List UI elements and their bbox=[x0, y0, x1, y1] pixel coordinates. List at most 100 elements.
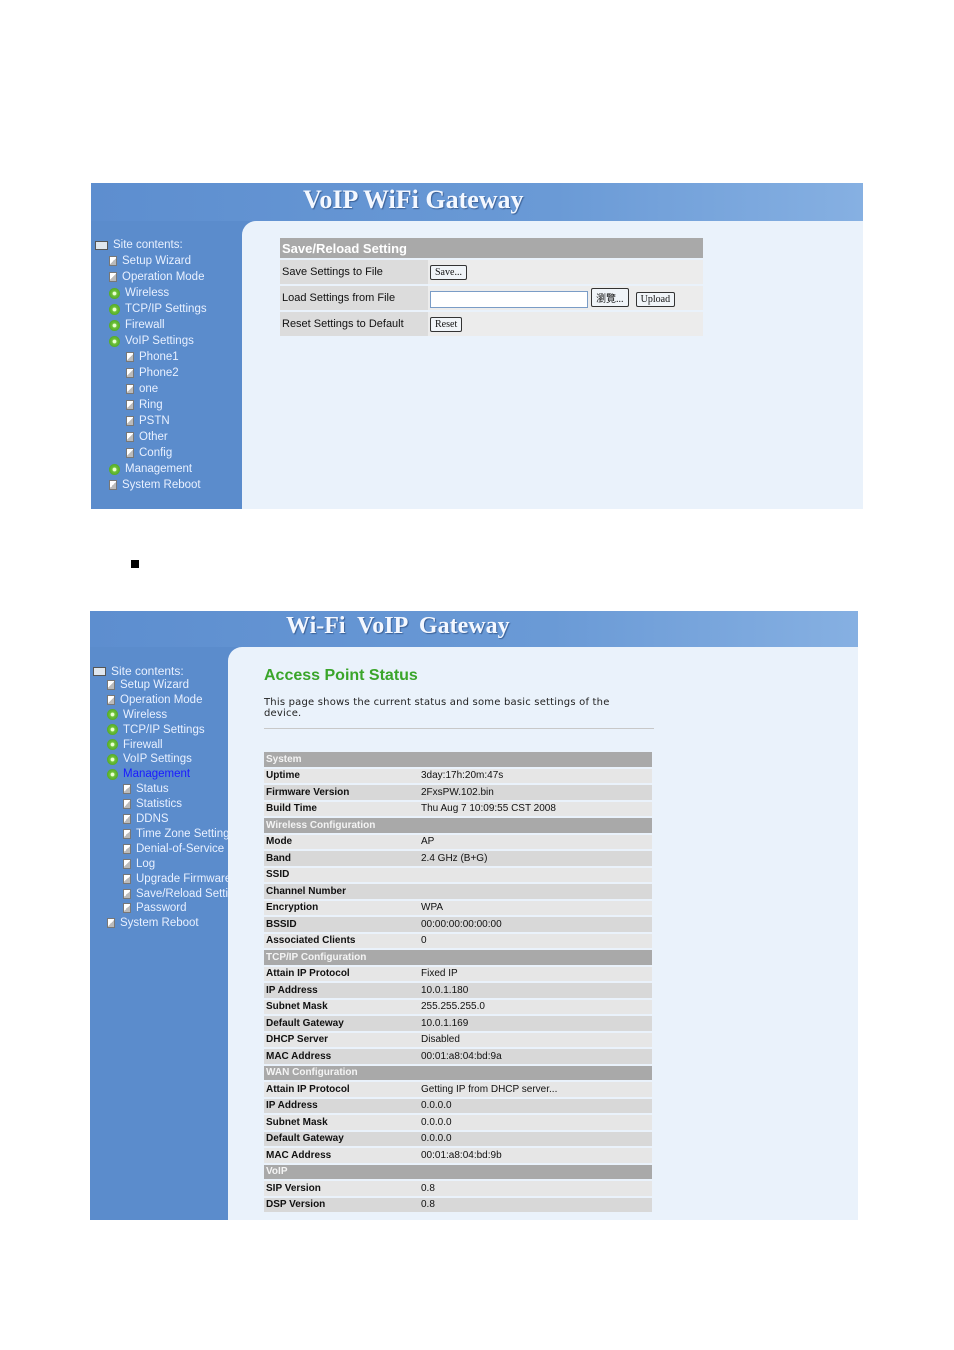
sidebar-item-denial-of-service[interactable]: Denial-of-Service bbox=[123, 843, 224, 855]
sidebar-item-operation-mode[interactable]: Operation Mode bbox=[107, 694, 202, 706]
sidebar-item-time-zone-setting[interactable]: Time Zone Setting bbox=[123, 828, 230, 840]
sidebar-item-operation-mode[interactable]: Operation Mode bbox=[109, 271, 204, 283]
reset-button[interactable]: Reset bbox=[430, 316, 463, 332]
sidebar-item-system-reboot[interactable]: System Reboot bbox=[109, 479, 201, 491]
row-value: 0 bbox=[419, 933, 652, 948]
row-label: IP Address bbox=[264, 983, 419, 998]
table-row: Firmware Version 2FxsPW.102.bin bbox=[264, 785, 652, 800]
row-value: Fixed IP bbox=[419, 966, 652, 981]
sidebar-item-pstn[interactable]: PSTN bbox=[126, 415, 170, 427]
sidebar-item-tcp-ip-settings[interactable]: TCP/IP Settings bbox=[107, 724, 205, 736]
folder-icon bbox=[107, 768, 118, 780]
sidebar-item-upgrade-firmware[interactable]: Upgrade Firmware bbox=[123, 873, 231, 885]
table-row: DHCP Server Disabled bbox=[264, 1032, 652, 1047]
page-icon bbox=[123, 873, 131, 884]
section-header: Save/Reload Setting bbox=[280, 238, 703, 258]
content-area: Access Point Status This page shows the … bbox=[228, 647, 858, 1220]
table-row: Encryption WPA bbox=[264, 900, 652, 915]
sidebar-item-label: Config bbox=[139, 447, 173, 459]
folder-icon bbox=[107, 709, 118, 721]
page-icon bbox=[123, 784, 131, 795]
row-value: 10.0.1.169 bbox=[419, 1016, 652, 1031]
upload-button[interactable]: Upload bbox=[635, 292, 676, 308]
page-icon bbox=[123, 843, 131, 854]
sidebar-item-label: System Reboot bbox=[122, 479, 201, 491]
sidebar-item-label: Setup Wizard bbox=[122, 255, 192, 267]
row-label: DHCP Server bbox=[264, 1032, 419, 1047]
sidebar-item-phone1[interactable]: Phone1 bbox=[126, 351, 179, 363]
row-value: Disabled bbox=[419, 1032, 652, 1047]
sidebar-item-management[interactable]: Management bbox=[107, 768, 190, 780]
sidebar-item-ddns[interactable]: DDNS bbox=[123, 813, 169, 825]
row-value: 2FxsPW.102.bin bbox=[419, 785, 652, 800]
row-label: Uptime bbox=[264, 768, 419, 783]
sidebar-item-log[interactable]: Log bbox=[123, 858, 155, 870]
folder-icon bbox=[109, 287, 120, 299]
row-label: Default Gateway bbox=[264, 1131, 419, 1146]
browse-button[interactable]: 瀏覽... bbox=[591, 288, 629, 308]
sidebar-item-firewall[interactable]: Firewall bbox=[109, 319, 165, 331]
sidebar-item-management[interactable]: Management bbox=[109, 463, 192, 475]
sidebar-item-label: VoIP Settings bbox=[123, 753, 192, 766]
sidebar-item-label: Password bbox=[136, 902, 187, 915]
screenshot-ap-status: Wi-Fi VoIP Gateway Site contents: Setup … bbox=[90, 611, 858, 1220]
table-row: DSP Version 0.8 bbox=[264, 1197, 652, 1212]
table-row: Channel Number bbox=[264, 884, 652, 899]
row-value: 0.8 bbox=[419, 1197, 652, 1212]
row-label: IP Address bbox=[264, 1098, 419, 1113]
table-row: IP Address 10.0.1.180 bbox=[264, 983, 652, 998]
row-value: 10.0.1.180 bbox=[419, 983, 652, 998]
page-icon bbox=[126, 416, 134, 426]
sidebar-item-voip-settings[interactable]: VoIP Settings bbox=[107, 753, 192, 765]
page-icon bbox=[123, 903, 131, 914]
sidebar-item-wireless[interactable]: Wireless bbox=[109, 287, 169, 299]
row-value: Getting IP from DHCP server... bbox=[419, 1082, 652, 1097]
sidebar-item-label: Firewall bbox=[125, 319, 165, 331]
row-value: WPA bbox=[419, 900, 652, 915]
table-row: Subnet Mask 255.255.255.0 bbox=[264, 999, 652, 1014]
sidebar-item-statistics[interactable]: Statistics bbox=[123, 798, 182, 810]
sidebar-item-setup-wizard[interactable]: Setup Wizard bbox=[107, 679, 189, 691]
sidebar-item-label: Setup Wizard bbox=[120, 678, 190, 691]
table-row: Default Gateway 0.0.0.0 bbox=[264, 1131, 652, 1146]
folder-icon bbox=[107, 753, 118, 765]
sidebar-item-tcp-ip-settings[interactable]: TCP/IP Settings bbox=[109, 303, 207, 315]
sidebar-item-setup-wizard[interactable]: Setup Wizard bbox=[109, 255, 191, 267]
computer-icon bbox=[95, 240, 108, 250]
page-icon bbox=[109, 256, 117, 266]
table-row: IP Address 0.0.0.0 bbox=[264, 1098, 652, 1113]
page-icon bbox=[126, 352, 134, 362]
sidebar-item-voip-settings[interactable]: VoIP Settings bbox=[109, 335, 194, 347]
row-label: Band bbox=[264, 851, 419, 866]
page-description: This page shows the current status and s… bbox=[264, 697, 610, 719]
row-label: Encryption bbox=[264, 900, 419, 915]
section-header: TCP/IP Configuration bbox=[264, 950, 652, 965]
sidebar-item-ring[interactable]: Ring bbox=[126, 399, 163, 411]
sidebar-item-label: Management bbox=[123, 768, 191, 781]
sidebar-item-save-reload-setti[interactable]: Save/Reload Setti bbox=[123, 888, 228, 900]
page-icon bbox=[126, 432, 134, 442]
sidebar-item-config[interactable]: Config bbox=[126, 447, 172, 459]
row-label: MAC Address bbox=[264, 1148, 419, 1163]
sidebar-item-other[interactable]: Other bbox=[126, 431, 168, 443]
sidebar-item-password[interactable]: Password bbox=[123, 902, 187, 914]
screenshot-save-reload: VoIP WiFi Gateway Site contents: Setup W… bbox=[91, 183, 863, 509]
row-value: 255.255.255.0 bbox=[419, 999, 652, 1014]
sidebar-item-wireless[interactable]: Wireless bbox=[107, 709, 167, 721]
sidebar-item-phone2[interactable]: Phone2 bbox=[126, 367, 179, 379]
sidebar-item-firewall[interactable]: Firewall bbox=[107, 739, 163, 751]
file-path-input[interactable] bbox=[430, 290, 588, 308]
row-label: BSSID bbox=[264, 917, 419, 932]
section-header: VoIP bbox=[264, 1164, 652, 1179]
sidebar-item-system-reboot[interactable]: System Reboot bbox=[107, 917, 199, 929]
row-label: Mode bbox=[264, 834, 419, 849]
row-value: Thu Aug 7 10:09:55 CST 2008 bbox=[419, 801, 652, 816]
sidebar-item-one[interactable]: one bbox=[126, 383, 158, 395]
page-icon bbox=[123, 814, 131, 824]
sidebar-item-label: Time Zone Setting bbox=[136, 827, 230, 840]
sidebar-item-status[interactable]: Status bbox=[123, 783, 169, 795]
row-label: Attain IP Protocol bbox=[264, 1082, 419, 1097]
save-button[interactable]: Save... bbox=[430, 264, 467, 280]
sidebar-item-label: Operation Mode bbox=[122, 271, 205, 283]
sidebar-heading-label: Site contents: bbox=[111, 664, 184, 678]
